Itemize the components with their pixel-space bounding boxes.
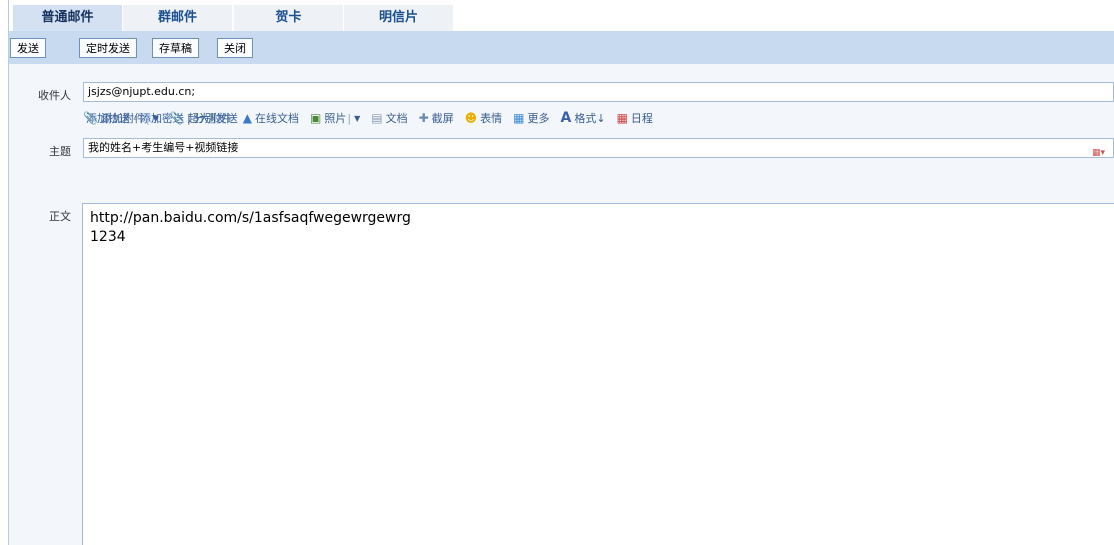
chevron-down-icon[interactable]: ▼ [153, 114, 159, 123]
recipient-value: jsjzs@njupt.edu.cn; [88, 85, 196, 98]
divider: | [145, 111, 150, 125]
add-attachment-label: 添加附件 [100, 112, 145, 125]
paperclip-orange-icon: 📎 [169, 111, 185, 125]
subject-label: 主题 [49, 145, 71, 158]
body-line-url: http://pan.baidu.com/s/1asfsaqfwegewrgew… [90, 210, 411, 226]
format-tool[interactable]: A 格式↓ [561, 110, 606, 126]
big-attachment-label: 超大附件 [187, 112, 232, 125]
body-editor[interactable]: http://pan.baidu.com/s/1asfsaqfwegewrgew… [82, 203, 1114, 545]
emoji-tool[interactable]: ☻ 表情 [465, 110, 503, 126]
recipient-label: 收件人 [38, 89, 71, 102]
tab-postcard[interactable]: 明信片 [344, 5, 453, 31]
tab-greeting-card[interactable]: 贺卡 [234, 5, 343, 31]
photo-icon: ▣ [310, 111, 322, 125]
screenshot-label: 截屏 [431, 112, 454, 125]
more-tool[interactable]: ▦ 更多 [513, 110, 549, 126]
document-label: 文档 [385, 112, 408, 125]
format-label: 格式↓ [574, 112, 606, 125]
tab-group-mail[interactable]: 群邮件 [123, 5, 232, 31]
document-icon: ▤ [371, 111, 383, 125]
photo-tool[interactable]: ▣ 照片 | ▼ [310, 110, 360, 126]
recipient-field[interactable]: jsjzs@njupt.edu.cn; [83, 82, 1114, 102]
online-doc-icon: ▲ [242, 111, 253, 125]
more-label: 更多 [527, 112, 550, 125]
screenshot-tool[interactable]: ✚ 截屏 [419, 110, 454, 126]
online-doc-tool[interactable]: ▲ 在线文档 [243, 110, 299, 126]
compose-toolbar: 发送 定时发送 存草稿 关闭 [9, 31, 1114, 64]
chevron-down-icon[interactable]: ▼ [354, 114, 360, 123]
photo-label: 照片 [324, 112, 347, 125]
schedule-tool[interactable]: ▦ 日程 [617, 110, 653, 126]
format-font-icon: A [560, 110, 572, 126]
smiley-icon: ☻ [464, 111, 478, 125]
subject-field[interactable]: 我的姓名+考生编号+视频链接 ▦▾ [83, 138, 1114, 158]
send-button[interactable]: 发送 [10, 38, 46, 58]
add-attachment-tool[interactable]: 📎 添加附件 | ▼ [83, 110, 159, 126]
divider: | [347, 111, 352, 125]
close-button[interactable]: 关闭 [217, 38, 253, 58]
subject-value: 我的姓名+考生编号+视频链接 [88, 141, 239, 154]
tab-normal-mail[interactable]: 普通邮件 [13, 5, 122, 31]
screenshot-icon: ✚ [418, 111, 429, 125]
body-line-code: 1234 [90, 229, 126, 245]
save-draft-button[interactable]: 存草稿 [152, 38, 199, 58]
paperclip-icon: 📎 [83, 111, 98, 125]
scheduled-send-button[interactable]: 定时发送 [79, 38, 137, 58]
body-label: 正文 [49, 210, 71, 223]
more-grid-icon: ▦ [513, 111, 525, 125]
schedule-label: 日程 [630, 112, 653, 125]
attachment-toolbar: 📎 添加附件 | ▼ 📎 超大附件 ▲ 在线文档 ▣ 照片 | ▼ ▤ 文档 ✚… [83, 108, 664, 128]
apps-grid-icon[interactable]: ▦▾ [1092, 144, 1105, 162]
big-attachment-tool[interactable]: 📎 超大附件 [170, 110, 232, 126]
emoji-label: 表情 [480, 112, 503, 125]
online-doc-label: 在线文档 [255, 112, 300, 125]
document-tool[interactable]: ▤ 文档 [371, 110, 407, 126]
calendar-icon: ▦ [616, 111, 628, 125]
